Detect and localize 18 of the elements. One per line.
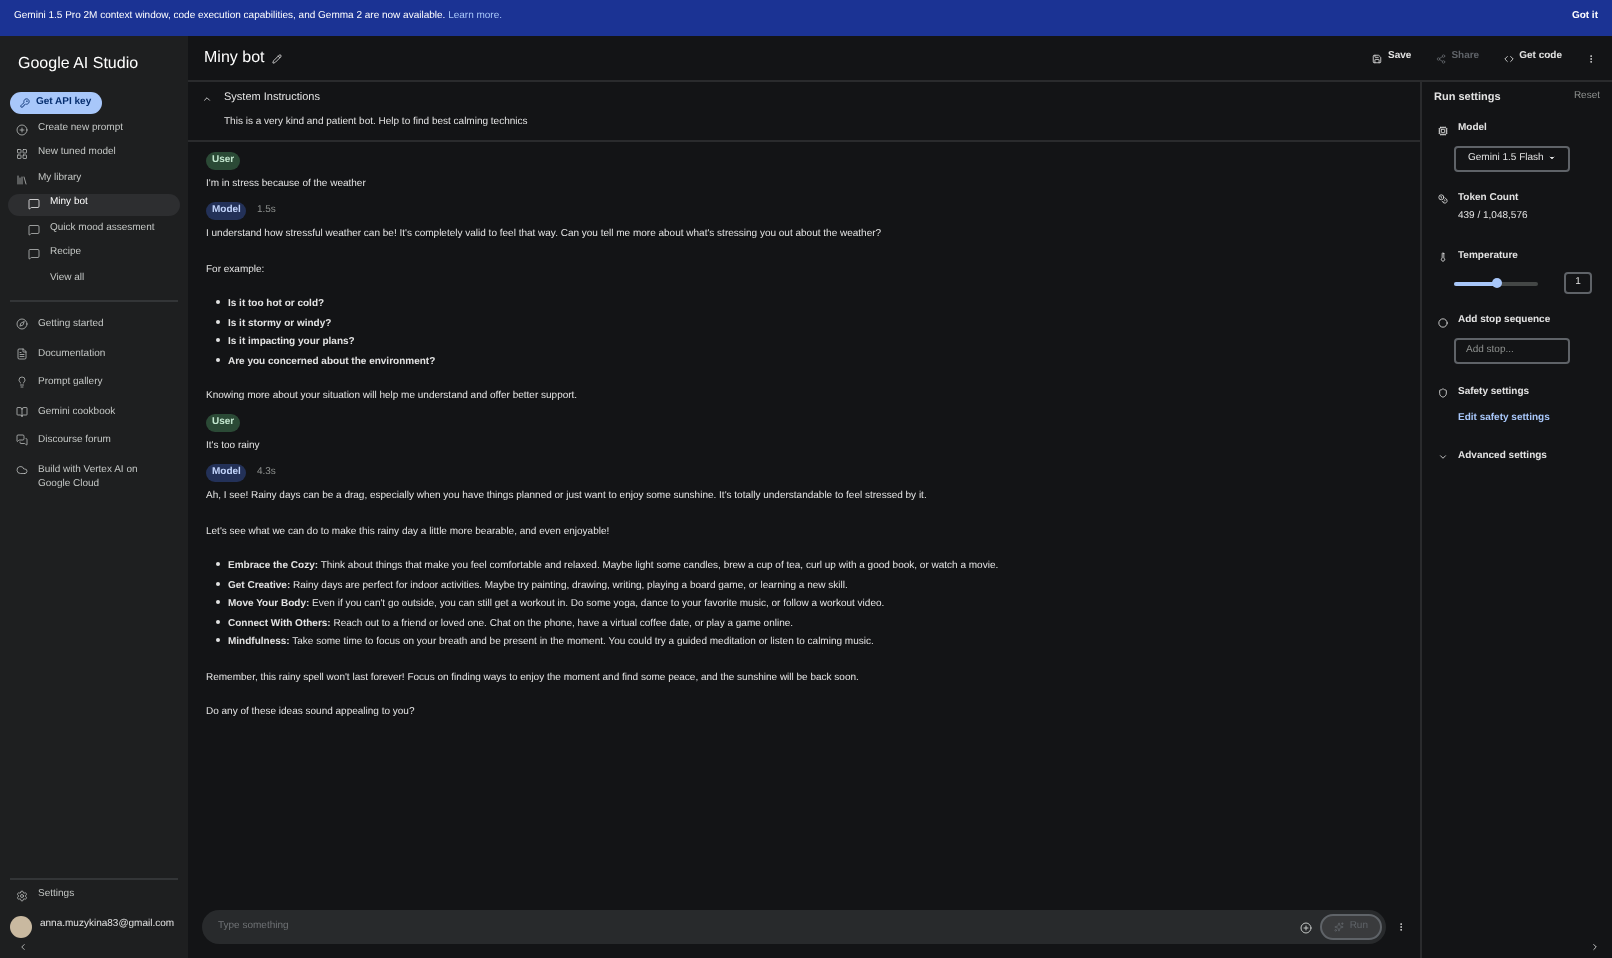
key-icon <box>20 98 30 108</box>
settings-icon <box>16 890 28 902</box>
add-icon[interactable] <box>1299 921 1312 933</box>
shield-icon <box>1438 388 1448 398</box>
slider-thumb[interactable] <box>1491 278 1501 289</box>
avatar[interactable] <box>10 915 32 937</box>
edit-icon[interactable] <box>272 53 283 63</box>
expand-icon[interactable] <box>1590 942 1600 952</box>
circle-icon <box>1438 317 1448 327</box>
sparkle-icon <box>1333 922 1344 932</box>
prompt-title: Miny bot <box>204 46 265 70</box>
app-logo: Google AI Studio <box>16 52 141 76</box>
chip-icon <box>1438 125 1448 135</box>
tokens-icon <box>1438 194 1448 204</box>
collapse-icon[interactable] <box>18 942 28 952</box>
collapse-icon[interactable] <box>202 93 212 104</box>
thermometer-icon <box>1438 252 1448 262</box>
chevron-icon <box>1438 452 1448 462</box>
